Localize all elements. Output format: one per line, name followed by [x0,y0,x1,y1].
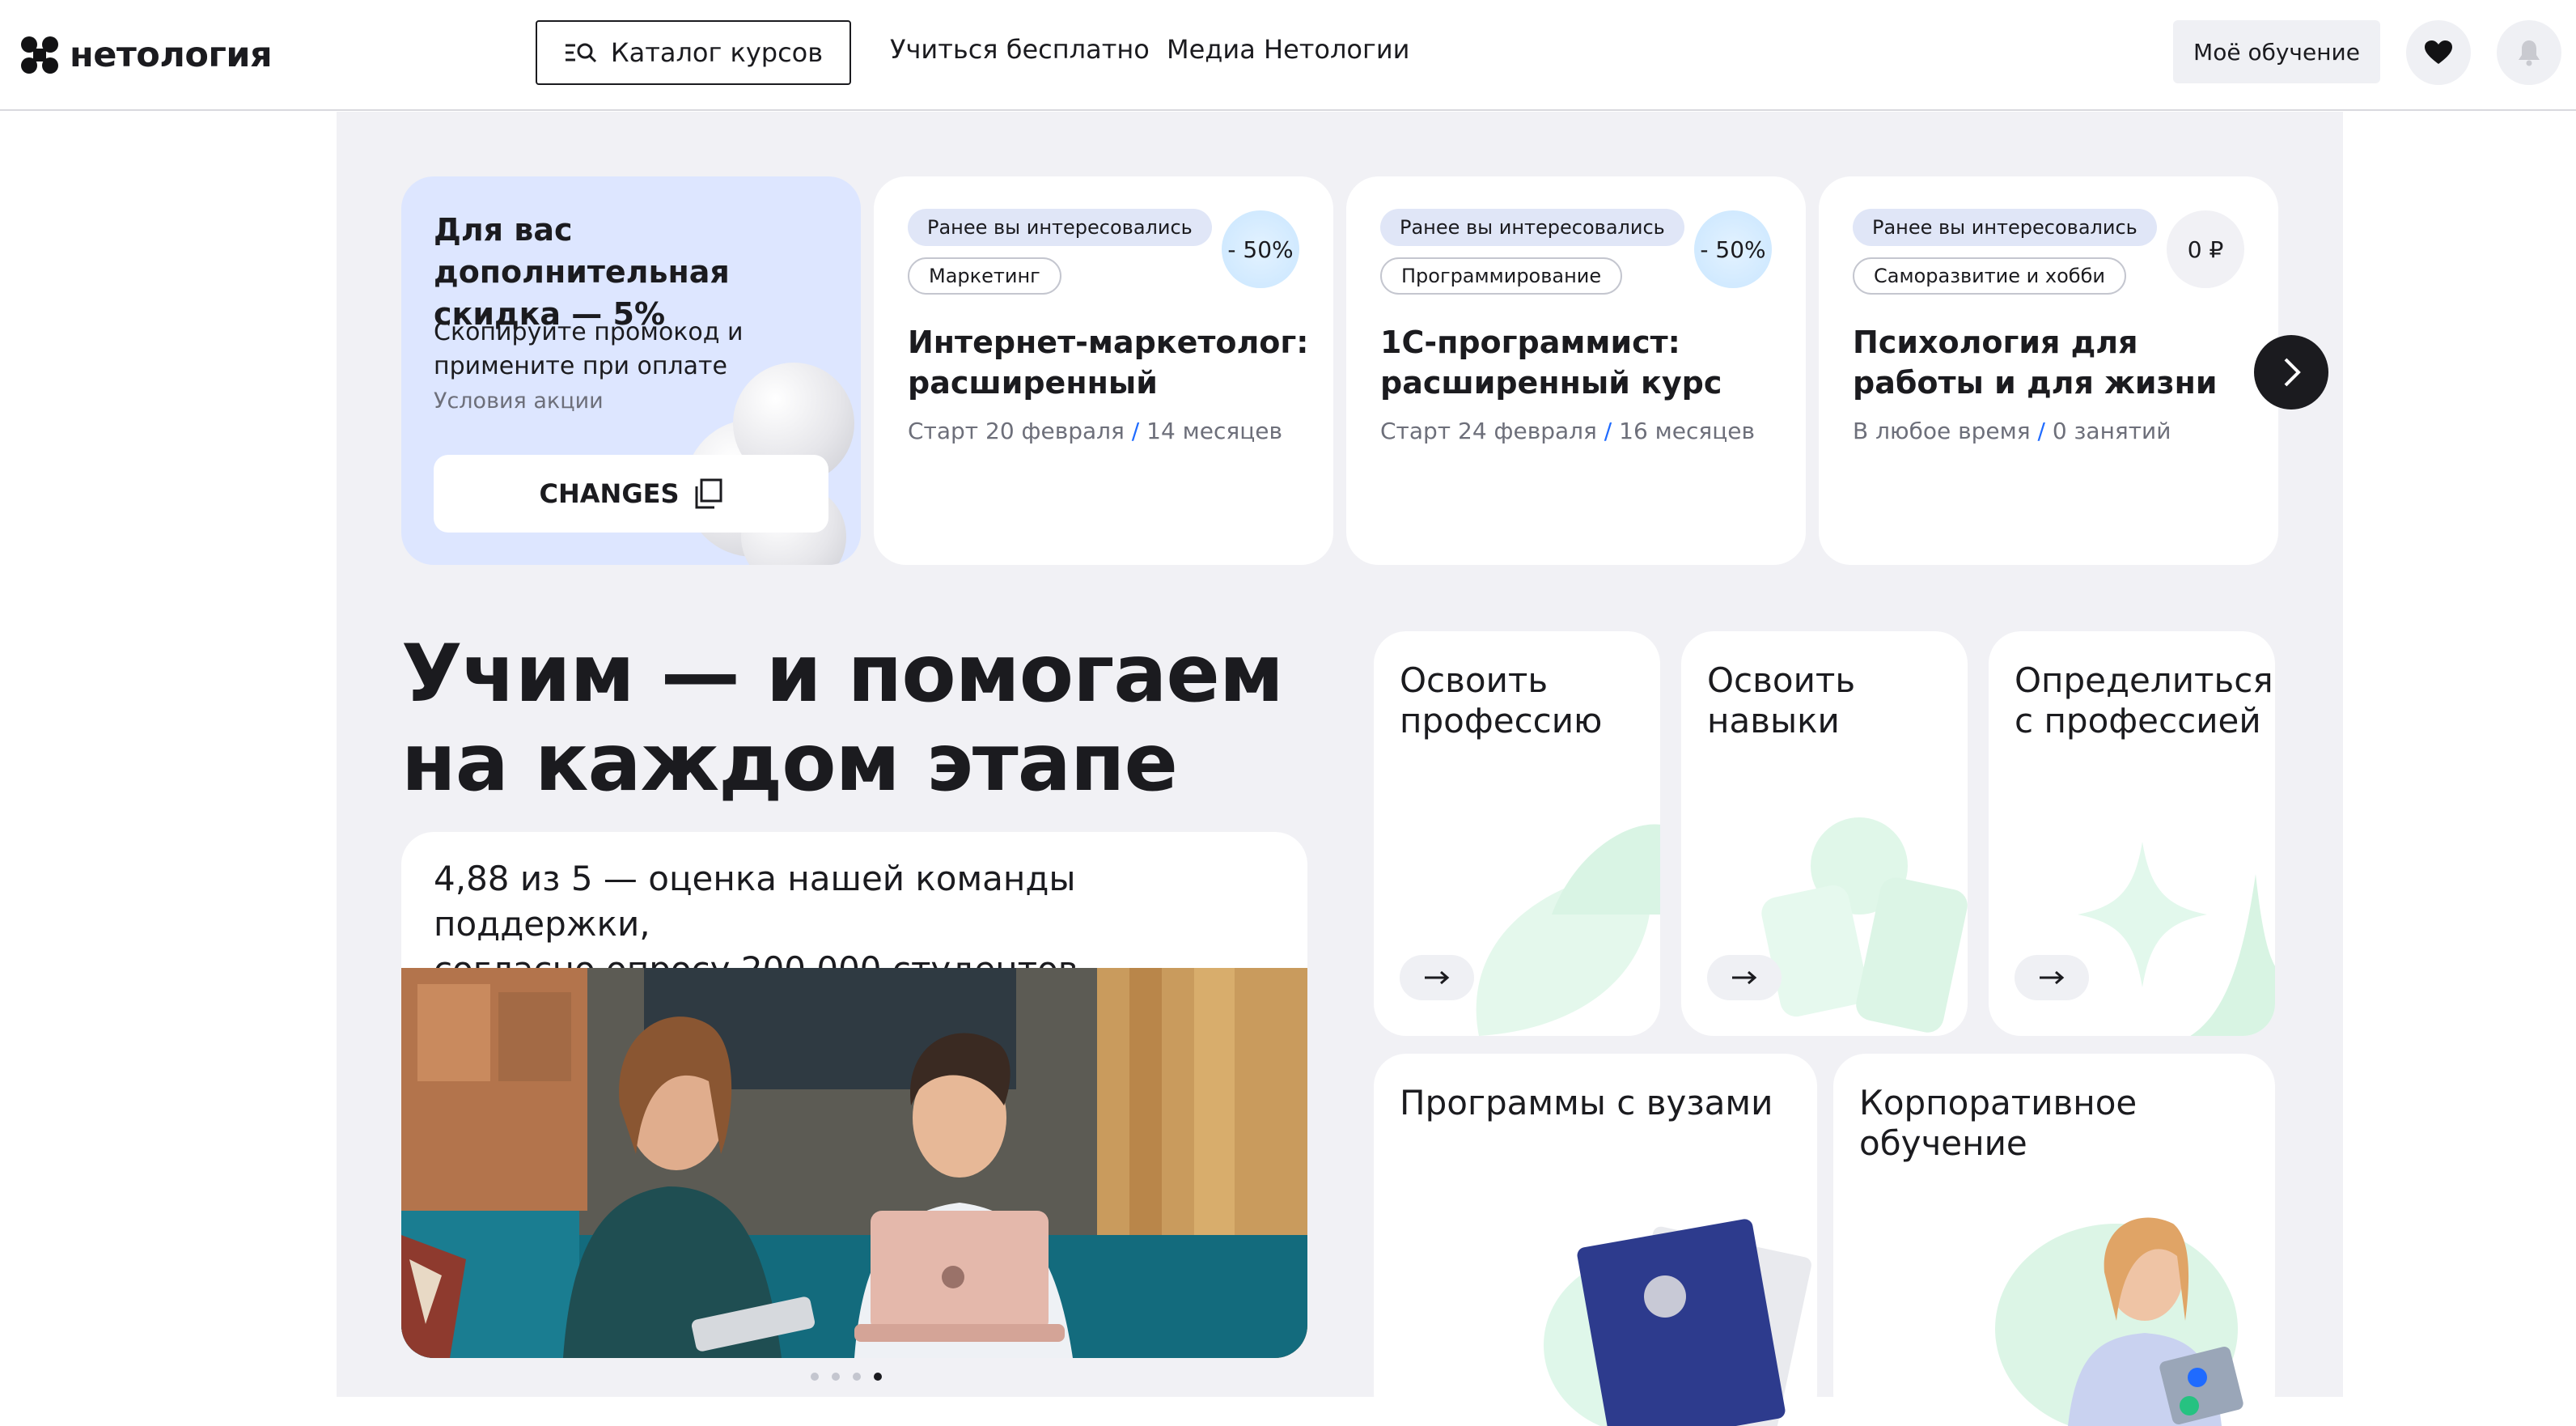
meta-separator: / [2037,418,2045,444]
meta-separator: / [1604,418,1612,444]
students-photo [401,968,1307,1358]
promo-code: CHANGES [539,478,680,509]
main-content: Для вас дополнительная скидка — 5% Скопи… [337,112,2343,1426]
tile-title: Программы с вузами [1400,1083,1773,1123]
carousel-next-button[interactable] [2254,335,2328,410]
slider-dot[interactable] [853,1373,861,1381]
arrow-right-icon [1425,970,1450,985]
support-rating-line: 4,88 из 5 — оценка нашей команды поддерж… [434,859,1076,944]
discount-badge: - 50% [1222,210,1299,288]
tile-master-profession[interactable]: Освоить профессию [1374,631,1660,1036]
course-start: Старт 24 февраля [1380,418,1597,444]
tile-choose-profession[interactable]: Определиться с профессией [1989,631,2275,1036]
hero-title-line: Учим — и помогаем [401,628,1284,720]
leaf-decoration-icon [1476,824,1660,1036]
course-duration: 16 месяцев [1619,418,1756,444]
support-rating-card[interactable]: 4,88 из 5 — оценка нашей команды поддерж… [401,832,1307,1358]
interest-badge: Ранее вы интересовались [1380,209,1684,246]
promo-card: Для вас дополнительная скидка — 5% Скопи… [401,176,861,565]
course-start: В любое время [1853,418,2031,444]
slider-dot[interactable] [832,1373,840,1381]
slider-dots [811,1373,882,1381]
tile-corporate-learning[interactable]: Корпоративное обучение [1833,1054,2275,1426]
slider-dot[interactable] [811,1373,819,1381]
hero-title-line: на каждом этапе [401,717,1178,809]
tile-arrow-button[interactable] [2015,955,2089,1000]
tile-arrow-button[interactable] [1400,955,1474,1000]
site-header: нетология Каталог курсов Учиться бесплат… [0,0,2576,111]
catalog-button-label: Каталог курсов [610,37,824,68]
course-card[interactable]: Ранее вы интересовались Маркетинг - 50% … [874,176,1333,565]
favorites-button[interactable] [2406,20,2471,85]
course-meta: Старт 20 февраля / 14 месяцев [908,418,1282,444]
my-learning-button[interactable]: Моё обучение [2173,20,2380,83]
course-meta: Старт 24 февраля / 16 месяцев [1380,418,1755,444]
chevron-right-icon [2284,358,2301,387]
notifications-button[interactable] [2497,20,2561,85]
promo-text: Скопируйте промокод и примените при опла… [434,318,744,380]
promo-code-copy-button[interactable]: CHANGES [434,455,828,533]
course-title: Интернет-маркетолог: расширенный [908,325,1309,401]
catalog-search-icon [565,43,596,63]
course-card[interactable]: Ранее вы интересовались Программирование… [1346,176,1806,565]
diploma-illustration [1544,1219,1811,1426]
course-title: Психология для работы и для жизни [1853,325,2218,401]
bell-icon [2519,40,2540,66]
tile-arrow-button[interactable] [1707,955,1782,1000]
interest-badge: Ранее вы интересовались [908,209,1212,246]
logo[interactable]: нетология [21,31,273,79]
tile-master-skills[interactable]: Освоить навыки [1681,631,1968,1036]
hero-title: Учим — и помогаем на каждом этапе [401,630,1372,808]
students-illustration [401,968,1307,1358]
nav-link-media[interactable]: Медиа Нетологии [1167,34,1409,65]
arrow-right-icon [2040,970,2065,985]
tile-title: Корпоративное обучение [1859,1083,2137,1163]
course-start: Старт 20 февраля [908,418,1125,444]
category-tag[interactable]: Маркетинг [908,257,1061,295]
meta-separator: / [1131,418,1140,444]
course-card[interactable]: Ранее вы интересовались Саморазвитие и х… [1819,176,2278,565]
tile-title: Определиться с профессией [2015,660,2273,741]
price-badge: 0 ₽ [2167,210,2244,288]
tile-title: Освоить навыки [1707,660,1856,741]
catalog-button[interactable]: Каталог курсов [536,20,851,85]
logo-icon [21,36,58,74]
slider-dot-active[interactable] [874,1373,882,1381]
shapes-decoration-icon [1761,817,1968,1033]
employee-illustration [1995,1217,2243,1426]
promo-conditions-link[interactable]: Условия акции [434,388,604,414]
copy-icon [695,478,722,509]
sparkle-decoration-icon [2078,842,2275,1036]
category-tag[interactable]: Программирование [1380,257,1623,295]
course-duration: 0 занятий [2052,418,2171,444]
heart-icon [2425,40,2452,64]
course-duration: 14 месяцев [1146,418,1283,444]
tile-title: Освоить профессию [1400,660,1603,741]
category-tag[interactable]: Саморазвитие и хобби [1853,257,2126,295]
course-title: 1С-программист: расширенный курс [1380,325,1722,401]
arrow-right-icon [1732,970,1757,985]
discount-badge: - 50% [1694,210,1772,288]
nav-link-free-learning[interactable]: Учиться бесплатно [890,34,1150,65]
tile-university-programs[interactable]: Программы с вузами [1374,1054,1817,1426]
logo-text: нетология [70,35,273,75]
interest-badge: Ранее вы интересовались [1853,209,2157,246]
course-meta: В любое время / 0 занятий [1853,418,2171,444]
